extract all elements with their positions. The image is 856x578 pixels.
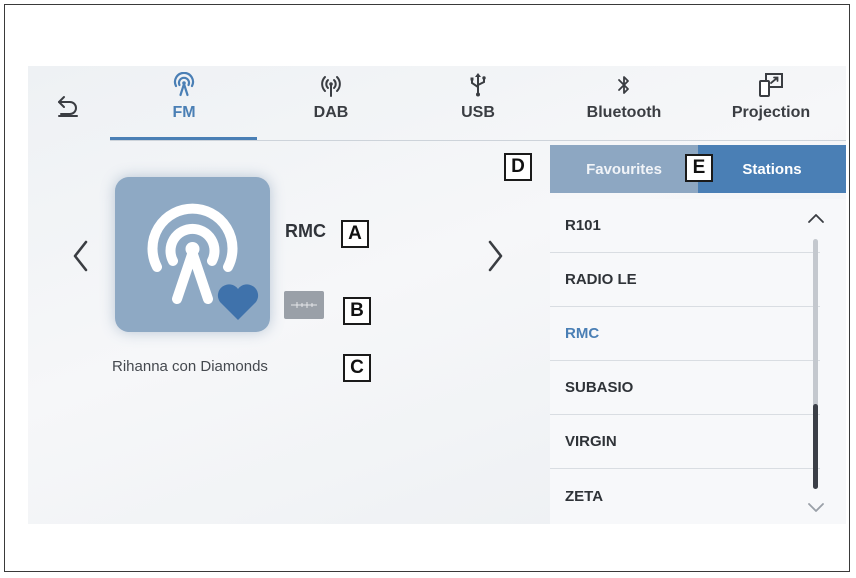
station-artwork: [115, 177, 270, 332]
scrollbar-thumb[interactable]: [813, 404, 818, 489]
current-station-name: RMC: [285, 221, 326, 241]
back-button[interactable]: [52, 90, 84, 122]
scroll-up-button[interactable]: [804, 209, 828, 227]
callout-b: B: [343, 297, 371, 325]
chevron-right-icon: [488, 240, 503, 272]
signal-badge: [284, 291, 324, 319]
divider: [110, 140, 846, 141]
callout-e: E: [685, 154, 713, 182]
callout-a: A: [341, 220, 369, 248]
callout-c: C: [343, 354, 371, 382]
top-navigation: FM DAB USB Bluetooth Projection: [28, 66, 846, 142]
signal-badge-icon: [291, 302, 317, 308]
station-row[interactable]: VIRGIN: [550, 415, 820, 469]
station-row[interactable]: R101: [550, 199, 820, 253]
radio-broadcast-icon: [173, 72, 195, 97]
scroll-down-button[interactable]: [804, 498, 828, 516]
projection-icon: [759, 73, 783, 97]
heart-icon[interactable]: [215, 280, 261, 322]
station-row-selected[interactable]: RMC: [550, 307, 820, 361]
tab-dab[interactable]: DAB: [271, 66, 391, 142]
back-arrow-icon: [58, 96, 78, 117]
usb-icon: [470, 73, 486, 97]
antenna-icon: [321, 76, 341, 97]
infotainment-screen: FM DAB USB Bluetooth Projection RMC A B …: [28, 66, 846, 524]
station-row[interactable]: ZETA: [550, 469, 820, 523]
tab-projection[interactable]: Projection: [711, 66, 831, 142]
tab-favourites[interactable]: Favourites: [550, 145, 698, 193]
next-station-button[interactable]: [480, 236, 510, 276]
chevron-down-icon: [808, 503, 824, 512]
tab-label: USB: [461, 104, 495, 121]
tab-label: FM: [172, 104, 196, 121]
tab-stations[interactable]: Stations: [698, 145, 846, 193]
tab-fm[interactable]: FM: [124, 66, 244, 142]
previous-station-button[interactable]: [66, 236, 96, 276]
tab-label: DAB: [313, 104, 349, 121]
tab-label: Projection: [731, 104, 811, 121]
bluetooth-icon: [618, 76, 629, 94]
chevron-left-icon: [73, 240, 88, 272]
tab-usb[interactable]: USB: [418, 66, 538, 142]
song-title: Rihanna con Diamonds: [112, 358, 268, 375]
tab-bluetooth[interactable]: Bluetooth: [564, 66, 684, 142]
station-row[interactable]: RADIO LE: [550, 253, 820, 307]
callout-d: D: [504, 153, 532, 181]
station-row[interactable]: SUBASIO: [550, 361, 820, 415]
station-list: R101 RADIO LE RMC SUBASIO VIRGIN ZETA: [550, 199, 846, 524]
chevron-up-icon: [808, 214, 824, 223]
tab-label: Bluetooth: [586, 104, 662, 121]
